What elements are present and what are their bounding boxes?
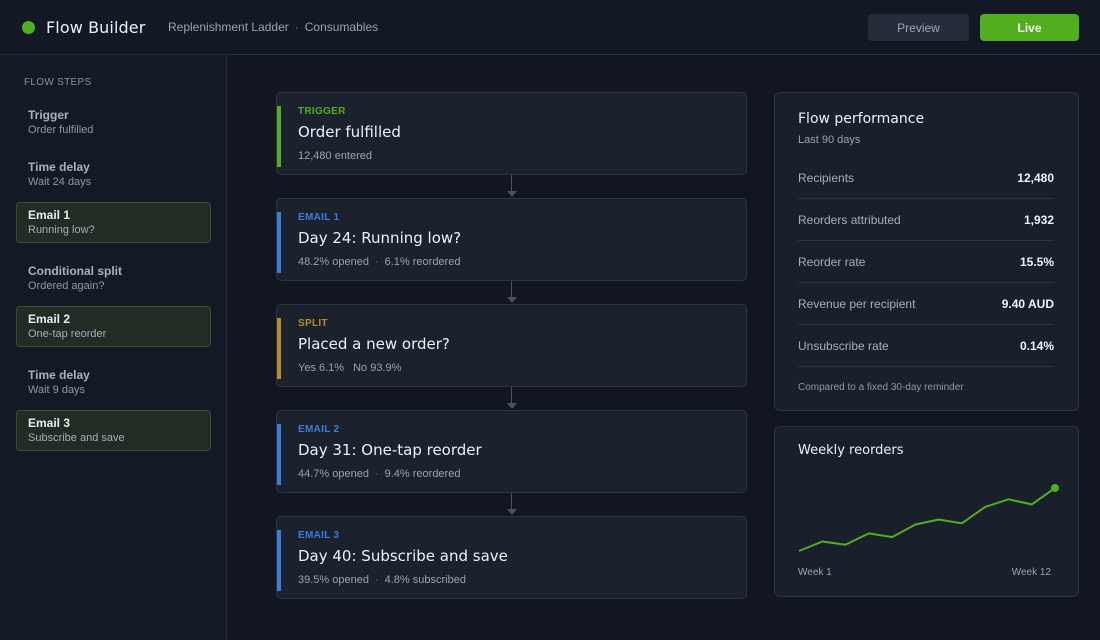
- step-subtitle: Wait 24 days: [28, 176, 92, 188]
- sidebar-step-email-1[interactable]: Email 1 Running low?: [16, 202, 211, 243]
- comparison-note: Compared to a fixed 30-day reminder: [798, 382, 964, 393]
- step-title: Email 2: [28, 312, 71, 326]
- card-accent-bar: [277, 424, 281, 485]
- card-kind-label: EMAIL 3: [298, 530, 340, 541]
- sidebar-step-conditional-split[interactable]: Conditional split Ordered again?: [16, 258, 211, 299]
- flow-card-trigger[interactable]: TRIGGER Order fulfilled 12,480 entered: [276, 92, 747, 175]
- card-stat: 44.7% opened: [298, 468, 369, 480]
- metric-label: Revenue per recipient: [798, 297, 916, 311]
- breadcrumb-separator: ·: [294, 20, 299, 34]
- panel-title: Flow performance: [798, 111, 925, 127]
- card-stats: 48.2% opened · 6.1% reordered: [298, 256, 460, 268]
- x-axis-start-label: Week 1: [798, 567, 832, 578]
- flow-card-email-1[interactable]: EMAIL 1 Day 24: Running low? 48.2% opened ·…: [276, 198, 747, 281]
- card-stats: Yes 6.1% No 93.9%: [298, 362, 401, 374]
- app-name: Flow Builder: [46, 18, 146, 37]
- arrow-down-icon: [507, 191, 517, 197]
- card-kind-label: SPLIT: [298, 318, 328, 329]
- step-title: Time delay: [28, 368, 90, 382]
- sidebar-step-time-delay[interactable]: Time delay Wait 9 days: [16, 362, 211, 403]
- live-button[interactable]: Live: [980, 14, 1079, 41]
- card-accent-bar: [277, 106, 281, 167]
- sidebar-step-email-3[interactable]: Email 3 Subscribe and save: [16, 410, 211, 451]
- step-subtitle: Running low?: [28, 224, 95, 236]
- step-subtitle: Order fulfilled: [28, 124, 94, 136]
- card-stat: 48.2% opened: [298, 256, 369, 268]
- metric-value: 15.5%: [1019, 255, 1054, 269]
- metric-row-recipients: Recipients 12,480: [798, 157, 1054, 199]
- card-title: Placed a new order?: [298, 335, 450, 353]
- step-subtitle: Ordered again?: [28, 280, 105, 292]
- metric-label: Unsubscribe rate: [798, 339, 889, 353]
- card-stat: 39.5% opened: [298, 574, 369, 586]
- card-stat: Yes 6.1%: [298, 362, 345, 374]
- card-kind-label: EMAIL 1: [298, 212, 340, 223]
- arrow-down-icon: [507, 509, 517, 515]
- card-title: Day 40: Subscribe and save: [298, 547, 508, 565]
- breadcrumb-item-flow[interactable]: Replenishment Ladder: [168, 20, 289, 34]
- flow-steps-sidebar: FLOW STEPS Trigger Order fulfilled Time de…: [0, 55, 227, 640]
- card-kind-label: TRIGGER: [298, 106, 346, 117]
- metric-label: Recipients: [798, 171, 855, 185]
- step-title: Email 3: [28, 416, 71, 430]
- card-accent-bar: [277, 530, 281, 591]
- step-title: Conditional split: [28, 264, 122, 278]
- sidebar-step-email-2[interactable]: Email 2 One-tap reorder: [16, 306, 211, 347]
- metric-row-revenue-per-recipient: Revenue per recipient 9.40 AUD: [798, 283, 1054, 325]
- metric-value: 12,480: [1017, 171, 1054, 185]
- arrow-down-icon: [507, 403, 517, 409]
- card-stat: No 93.9%: [353, 362, 402, 374]
- card-stat: 6.1% reordered: [384, 256, 461, 268]
- step-subtitle: Wait 9 days: [28, 384, 86, 396]
- metric-label: Reorder rate: [798, 255, 866, 269]
- metric-value: 9.40 AUD: [1001, 297, 1054, 311]
- card-accent-bar: [277, 212, 281, 273]
- card-stat: 12,480 entered: [298, 150, 373, 162]
- step-title: Email 1: [28, 208, 71, 222]
- stat-separator: ·: [374, 256, 379, 268]
- card-accent-bar: [277, 318, 281, 379]
- step-subtitle: Subscribe and save: [28, 432, 125, 444]
- weekly-reorders-panel: Weekly reorders Week 1 Week 12: [774, 426, 1079, 597]
- metric-value: 0.14%: [1019, 339, 1054, 353]
- card-title: Order fulfilled: [298, 123, 401, 141]
- card-title: Day 31: One-tap reorder: [298, 441, 482, 459]
- card-stat: 9.4% reordered: [384, 468, 461, 480]
- card-stats: 39.5% opened · 4.8% subscribed: [298, 574, 466, 586]
- stat-separator: ·: [374, 574, 379, 586]
- metric-row-reorder-rate: Reorder rate 15.5%: [798, 241, 1054, 283]
- card-title: Day 24: Running low?: [298, 229, 462, 247]
- x-axis-end-label: Week 12: [1011, 567, 1051, 578]
- flow-card-split[interactable]: SPLIT Placed a new order? Yes 6.1% No 93.9%: [276, 304, 747, 387]
- top-bar: Flow Builder Replenishment Ladder · Consum…: [0, 0, 1100, 55]
- metric-value: 1,932: [1023, 213, 1054, 227]
- card-stats: 12,480 entered: [298, 150, 372, 162]
- reorders-series-line: [798, 487, 1056, 552]
- stat-separator: ·: [374, 468, 379, 480]
- latest-data-point: [1051, 484, 1059, 492]
- sidebar-title: FLOW STEPS: [24, 77, 92, 88]
- metric-row-reorders-attributed: Reorders attributed 1,932: [798, 199, 1054, 241]
- breadcrumb: Replenishment Ladder · Consumables: [168, 20, 378, 34]
- sidebar-step-trigger[interactable]: Trigger Order fulfilled: [16, 102, 211, 143]
- metric-row-unsubscribe-rate: Unsubscribe rate 0.14%: [798, 325, 1054, 367]
- step-subtitle: One-tap reorder: [28, 328, 107, 340]
- breadcrumb-item-category[interactable]: Consumables: [305, 20, 378, 34]
- sidebar-step-time-delay[interactable]: Time delay Wait 24 days: [16, 154, 211, 195]
- flow-card-email-3[interactable]: EMAIL 3 Day 40: Subscribe and save 39.5% o…: [276, 516, 747, 599]
- panel-subtitle: Last 90 days: [798, 134, 861, 146]
- card-stats: 44.7% opened · 9.4% reordered: [298, 468, 460, 480]
- step-title: Trigger: [28, 108, 69, 122]
- preview-button[interactable]: Preview: [868, 14, 969, 41]
- card-kind-label: EMAIL 2: [298, 424, 340, 435]
- brand-logo-icon: [22, 21, 35, 34]
- card-stat: 4.8% subscribed: [384, 574, 466, 586]
- flow-performance-panel: Flow performance Last 90 days Recipients…: [774, 92, 1079, 411]
- step-title: Time delay: [28, 160, 90, 174]
- metric-label: Reorders attributed: [798, 213, 901, 227]
- arrow-down-icon: [507, 297, 517, 303]
- flow-card-email-2[interactable]: EMAIL 2 Day 31: One-tap reorder 44.7% open…: [276, 410, 747, 493]
